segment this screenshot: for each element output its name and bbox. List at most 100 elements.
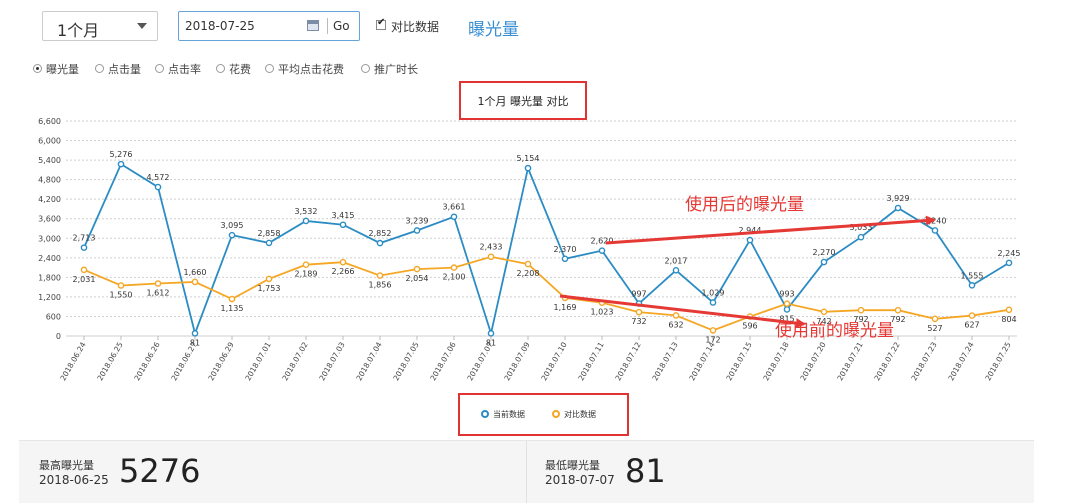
y-tick-label: 600 [46, 312, 61, 321]
data-point-compare [931, 315, 939, 323]
data-point-current [894, 204, 902, 212]
data-label: 1,660 [184, 268, 207, 277]
x-tick-label: 2018.07.06 [428, 340, 457, 382]
data-point-current [709, 299, 717, 306]
legend-label: 当前数据 [493, 410, 525, 419]
x-tick-label: 2018.07.24 [946, 340, 975, 382]
chart-legend: 当前数据 对比数据 [458, 393, 629, 436]
period-select[interactable]: 1个月 [42, 11, 158, 41]
data-label: 81 [190, 338, 200, 347]
data-label: 172 [705, 335, 720, 344]
series-line-compare [83, 255, 1010, 332]
data-label: 3,415 [332, 211, 355, 220]
legend-marker-icon [552, 410, 560, 418]
x-tick-label: 2018.06.29 [206, 340, 235, 382]
data-point-compare [635, 308, 643, 316]
data-label: 1,023 [591, 308, 614, 317]
data-label: 3,095 [221, 221, 244, 230]
x-tick-label: 2018.07.11 [576, 340, 605, 382]
chevron-down-icon [137, 23, 147, 29]
data-point-compare [228, 295, 236, 303]
data-point-compare [450, 264, 458, 271]
data-point-current [413, 227, 421, 234]
data-point-compare [894, 306, 902, 314]
data-point-compare [1005, 306, 1013, 314]
data-label: 5,154 [517, 154, 540, 163]
data-point-current [228, 231, 236, 239]
y-tick-label: 1,200 [38, 293, 61, 302]
y-tick-label: 4,800 [38, 176, 61, 185]
data-label: 1,856 [369, 281, 392, 290]
y-tick-label: 1,800 [38, 273, 61, 282]
radio-dot[interactable] [95, 64, 104, 73]
data-point-current [191, 330, 199, 337]
data-label: 997 [631, 290, 646, 299]
data-label: 2,017 [665, 256, 688, 265]
data-point-current [339, 221, 347, 229]
stat-max-date: 2018-06-25 [39, 473, 109, 487]
date-input[interactable]: 2018-07-25 Go [178, 11, 360, 41]
x-tick-label: 2018.07.21 [835, 340, 864, 382]
data-label: 2,031 [73, 275, 96, 284]
x-tick-label: 2018.07.01 [243, 340, 272, 382]
data-point-current [561, 255, 569, 263]
x-tick-label: 2018.07.04 [354, 340, 383, 382]
x-tick-label: 2018.07.12 [613, 340, 642, 382]
metric-radio-label: 推广时长 [374, 63, 418, 76]
data-label: 5,276 [110, 150, 133, 159]
x-tick-label: 2018.07.02 [280, 340, 309, 382]
data-point-compare [413, 265, 421, 273]
radio-dot[interactable] [265, 64, 274, 73]
data-point-current [783, 306, 791, 313]
data-point-current [487, 330, 495, 337]
data-point-current [857, 233, 865, 241]
radio-dot[interactable] [155, 64, 164, 73]
data-point-compare [265, 275, 273, 283]
metric-radio-label: 点击量 [108, 63, 141, 76]
x-tick-label: 2018.06.26 [132, 340, 161, 382]
data-label: 2,189 [295, 270, 318, 279]
stat-min-date: 2018-07-07 [545, 473, 615, 487]
radio-dot[interactable] [361, 64, 370, 73]
data-label: 2,266 [332, 267, 355, 276]
annotation-after: 使用后的曝光量 [685, 194, 804, 215]
data-point-current [524, 164, 532, 172]
x-tick-label: 2018.07.15 [724, 340, 753, 382]
annotation-before: 使用前的曝光量 [775, 320, 894, 341]
data-point-current [968, 282, 976, 289]
data-label: 1,555 [961, 271, 984, 280]
data-label: 2,208 [517, 269, 540, 278]
x-tick-label: 2018.06.24 [58, 340, 87, 382]
x-tick-label: 2018.07.25 [983, 340, 1012, 382]
x-tick-label: 2018.07.20 [798, 340, 827, 382]
x-tick-label: 2018.07.09 [502, 340, 531, 382]
go-button[interactable]: Go [333, 19, 350, 33]
data-point-current [302, 217, 310, 225]
data-label: 732 [631, 317, 646, 326]
data-label: 3,532 [295, 207, 318, 216]
radio-dot[interactable] [33, 64, 42, 73]
data-point-compare [376, 272, 384, 279]
y-tick-label: 3,600 [38, 215, 61, 224]
data-label: 3,661 [443, 203, 466, 212]
data-label: 81 [486, 338, 496, 347]
data-point-compare [672, 312, 680, 319]
data-point-compare [709, 327, 717, 334]
divider [526, 441, 527, 503]
data-label: 2,433 [480, 243, 503, 252]
compare-checkbox[interactable] [376, 17, 386, 30]
x-tick-label: 2018.07.05 [391, 340, 420, 382]
data-point-compare [783, 300, 791, 307]
calendar-icon[interactable] [307, 20, 319, 31]
y-tick-label: 0 [56, 332, 61, 341]
data-point-compare [857, 306, 865, 314]
data-label: 1,612 [147, 288, 170, 297]
stat-max-value: 5276 [119, 452, 201, 490]
data-point-current [820, 258, 828, 266]
data-point-compare [820, 308, 828, 316]
x-tick-label: 2018.06.25 [95, 340, 124, 382]
data-label: 1,029 [702, 288, 725, 297]
radio-dot[interactable] [216, 64, 225, 73]
data-point-compare [154, 280, 162, 287]
period-value: 1个月 [57, 21, 100, 40]
